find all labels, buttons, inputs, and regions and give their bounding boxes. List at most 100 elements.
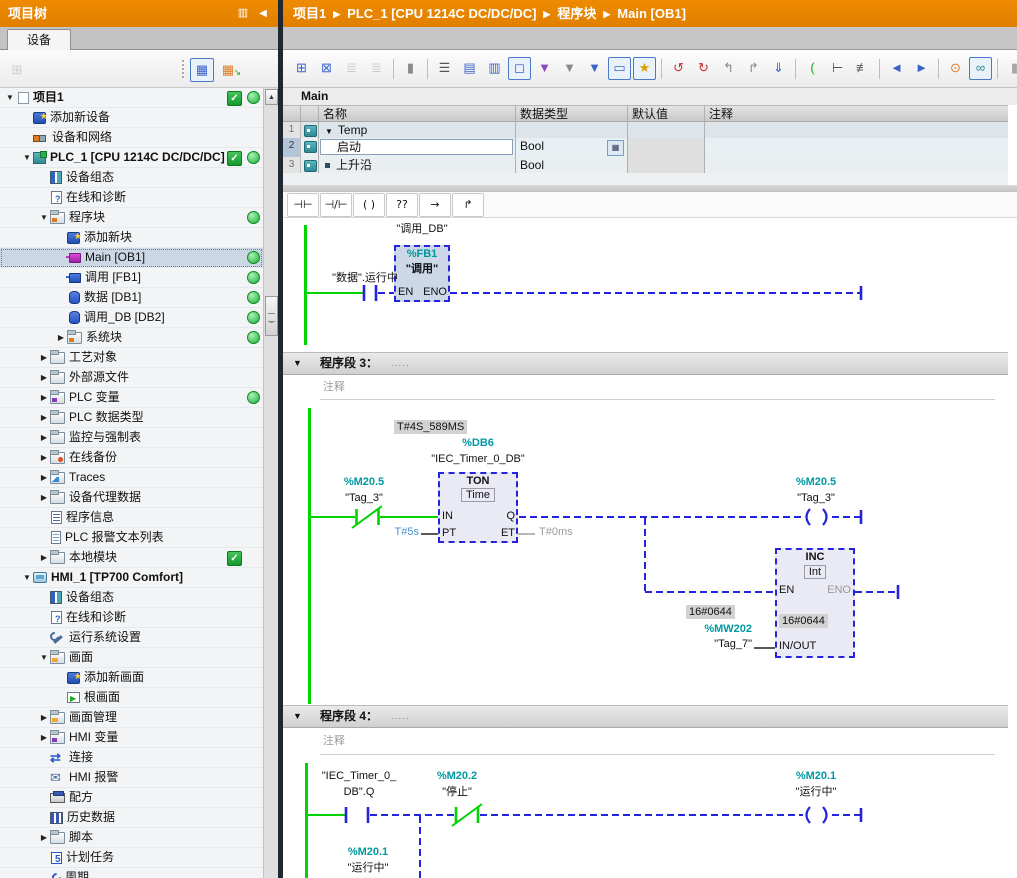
data-block-icon[interactable]: ▮ xyxy=(1003,57,1017,80)
network-4[interactable]: 注释 "IEC_Tim xyxy=(283,728,1017,878)
synchronize-call-icon[interactable]: ↱ xyxy=(742,57,765,80)
tab-devices[interactable]: 设备 xyxy=(7,29,71,51)
sidebar-item-scheduled-tasks-38[interactable]: 计划任务 xyxy=(0,848,263,868)
chevron-right-icon[interactable]: ▶ xyxy=(38,828,50,847)
sidebar-item-cycles-39[interactable]: 周期 xyxy=(0,868,263,878)
scrollbar-thumb[interactable] xyxy=(265,296,278,336)
open-all-networks-icon[interactable]: ▭ xyxy=(608,57,631,80)
cut-statement-icon[interactable]: ≢ xyxy=(851,57,874,80)
pt-constant[interactable]: T#5s xyxy=(383,525,419,539)
sidebar-item-folder-tags-15[interactable]: ▶PLC 变量 xyxy=(0,388,263,408)
sidebar-item-db-block-10[interactable]: 数据 [DB1] xyxy=(0,288,263,308)
new-item-icon[interactable]: ⊞ xyxy=(5,58,29,82)
tag-display-icon[interactable]: ▼ xyxy=(558,57,581,80)
chevron-down-icon[interactable]: ▼ xyxy=(21,568,33,587)
timer-db-name[interactable]: "IEC_Timer_0_DB" xyxy=(388,452,568,466)
favorite-contact-open-icon[interactable]: ⊣⊢ xyxy=(287,193,319,217)
contact2-name[interactable]: "停止" xyxy=(424,785,490,799)
scroll-up-button[interactable]: ▲ xyxy=(265,89,278,105)
sidebar-item-folder-watch-17[interactable]: ▶监控与强制表 xyxy=(0,428,263,448)
table-editor-divider[interactable] xyxy=(283,185,1017,192)
network-2[interactable]: "数据".运行中 "调用_DB" %FB1 "调用" EN ENO xyxy=(283,218,1017,352)
chevron-right-icon[interactable]: ▶ xyxy=(38,468,50,487)
sidebar-item-online-diag-26[interactable]: 在线和诊断 xyxy=(0,608,263,628)
chevron-right-icon[interactable]: ▶ xyxy=(38,728,50,747)
contact1-name-line2[interactable]: DB".Q xyxy=(303,785,415,799)
go-online-search-icon[interactable]: ⊙ xyxy=(944,57,967,80)
sidebar-item-folder-types-16[interactable]: ▶PLC 数据类型 xyxy=(0,408,263,428)
insert-statement-icon[interactable]: ⊢ xyxy=(826,57,849,80)
chevron-right-icon[interactable]: ▶ xyxy=(38,488,50,507)
sidebar-item-hmi-device-24[interactable]: ▼HMI_1 [TP700 Comfort] xyxy=(0,568,263,588)
cell-name[interactable]: 启动 xyxy=(319,138,516,157)
sidebar-item-ob-block-8[interactable]: Main [OB1] xyxy=(0,248,263,268)
close-all-networks-icon[interactable]: ★ xyxy=(633,57,656,80)
sidebar-item-alarm-text-list-22[interactable]: PLC 报警文本列表 xyxy=(0,528,263,548)
network-4-header[interactable]: ▼ 程序段 4： ..... xyxy=(283,705,1008,728)
consistency-check-icon[interactable]: ⇓ xyxy=(767,57,790,80)
breadcrumb-item[interactable]: PLC_1 [CPU 1214C DC/DC/DC] xyxy=(347,6,536,21)
sidebar-item-device-config-4[interactable]: 设备组态 xyxy=(0,168,263,188)
sidebar-item-folder-program-6[interactable]: ▼程序块 xyxy=(0,208,263,228)
inout-name[interactable]: "Tag_7" xyxy=(686,637,752,651)
chevron-down-icon[interactable]: ▼ xyxy=(38,648,50,667)
open-parenthesis-icon[interactable]: ( xyxy=(801,57,824,80)
sidebar-item-project-doc-0[interactable]: ▼项目1✓ xyxy=(0,88,263,108)
cell-name[interactable]: ▼Temp xyxy=(319,122,516,138)
sidebar-item-folder-scripts-37[interactable]: ▶脚本 xyxy=(0,828,263,848)
coil-name[interactable]: "运行中" xyxy=(783,785,849,799)
sidebar-item-add-new-1[interactable]: 添加新设备 xyxy=(0,108,263,128)
sidebar-item-folder-screen-mgmt-31[interactable]: ▶画面管理 xyxy=(0,708,263,728)
table-export-icon[interactable]: ▦↘ xyxy=(216,58,240,82)
cell-name[interactable]: 上升沿 xyxy=(319,157,516,173)
ladder-editor[interactable]: "数据".运行中 "调用_DB" %FB1 "调用" EN ENO ▼ 程序段 … xyxy=(283,218,1017,878)
sidebar-item-recipes-35[interactable]: 配方 xyxy=(0,788,263,808)
chevron-down-icon[interactable]: ▼ xyxy=(21,148,33,167)
contact-name[interactable]: "Tag_3" xyxy=(330,491,398,505)
sidebar-item-add-new-7[interactable]: 添加新块 xyxy=(0,228,263,248)
sidebar-item-root-screen-30[interactable]: 根画面 xyxy=(0,688,263,708)
go-to-next-icon[interactable]: ► xyxy=(910,57,933,80)
network-list-icon[interactable]: ▥ xyxy=(483,57,506,80)
sidebar-item-folder-screens-28[interactable]: ▼画面 xyxy=(0,648,263,668)
favorite-contact-closed-icon[interactable]: ⊣/⊢ xyxy=(320,193,352,217)
sidebar-item-folder-hmi-tags-32[interactable]: ▶HMI 变量 xyxy=(0,728,263,748)
favorite-open-branch-icon[interactable]: → xyxy=(419,193,451,217)
breadcrumb-item[interactable]: 项目1 xyxy=(293,6,326,21)
toggle-comments-icon[interactable]: ◻ xyxy=(508,57,531,80)
breadcrumb-item[interactable]: Main [OB1] xyxy=(617,6,686,21)
sidebar-item-folder-sources-14[interactable]: ▶外部源文件 xyxy=(0,368,263,388)
details-view-icon[interactable]: ▦ xyxy=(190,58,214,82)
collapse-panel-icon[interactable]: ◀ xyxy=(254,0,272,27)
coil-name[interactable]: "Tag_3" xyxy=(783,491,849,505)
chevron-right-icon[interactable]: ▶ xyxy=(38,448,50,467)
network-overview-icon[interactable]: ▤ xyxy=(458,57,481,80)
insert-row-icon[interactable]: ≣ xyxy=(340,57,363,80)
collapse-network-icon[interactable]: ▼ xyxy=(293,706,302,727)
collapse-network-icon[interactable]: ▼ xyxy=(293,353,302,374)
contact1-name-line1[interactable]: "IEC_Timer_0_ xyxy=(303,769,415,783)
monitoring-on-off-icon[interactable]: ∞ xyxy=(969,57,992,80)
network-3[interactable]: 注释 xyxy=(283,375,1017,705)
sidebar-item-folder-local-modules-23[interactable]: ▶本地模块✓ xyxy=(0,548,263,568)
chevron-right-icon[interactable]: ▶ xyxy=(38,548,50,567)
chevron-right-icon[interactable]: ▶ xyxy=(38,428,50,447)
name-edit-field[interactable]: 启动 xyxy=(320,139,513,155)
sidebar-item-runtime-settings-27[interactable]: 运行系统设置 xyxy=(0,628,263,648)
address-display-icon[interactable]: ▼ xyxy=(583,57,606,80)
network-3-header[interactable]: ▼ 程序段 3： ..... xyxy=(283,352,1008,375)
sidebar-item-folder-proxy-20[interactable]: ▶设备代理数据 xyxy=(0,488,263,508)
previous-error-icon[interactable]: ↺ xyxy=(667,57,690,80)
chevron-down-icon[interactable]: ▼ xyxy=(4,88,16,107)
block-interface-icon[interactable]: ▮ xyxy=(399,57,422,80)
sidebar-item-db-block-11[interactable]: 调用_DB [DB2] xyxy=(0,308,263,328)
sidebar-item-add-new-29[interactable]: 添加新画面 xyxy=(0,668,263,688)
pin-panel-icon[interactable]: ▥ xyxy=(234,0,252,27)
table-row[interactable]: 1 ▼Temp xyxy=(283,122,1008,138)
chevron-right-icon[interactable]: ▶ xyxy=(38,708,50,727)
favorite-coil-icon[interactable]: ( ) xyxy=(353,193,385,217)
column-comment[interactable]: 注释 xyxy=(705,106,1008,121)
absolute-operands-icon[interactable]: ☰ xyxy=(433,57,456,80)
chevron-right-icon[interactable]: ▶ xyxy=(55,328,67,347)
breadcrumb-item[interactable]: 程序块 xyxy=(557,6,596,21)
